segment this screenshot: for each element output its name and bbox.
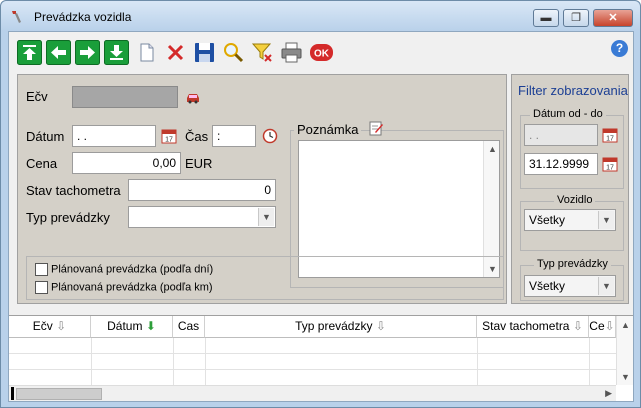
magnifier-icon [224,43,244,63]
ok-label: OK [314,49,330,60]
cena-field[interactable]: 0,00 [72,152,181,174]
help-icon[interactable]: ? [611,40,628,57]
arrow-left-icon [46,40,71,65]
print-button[interactable] [279,40,304,65]
cena-unit: EUR [185,156,213,171]
chevron-down-icon[interactable]: ▼ [598,211,614,229]
ecv-label: Ečv [26,89,48,104]
filter-title: Filter zobrazovania [518,83,628,98]
previous-record-button[interactable] [46,40,71,65]
first-record-button[interactable] [17,40,42,65]
column-header-ecv[interactable]: Ečv ⇩ [9,316,91,338]
plan-dni-label: Plánovaná prevádzka (podľa dní) [51,263,214,276]
table-row[interactable] [9,354,616,370]
detail-panel: Ečv Dátum . . 17 Čas : Cena 0,00 EUR Sta… [17,74,507,304]
clear-filter-button[interactable] [250,40,275,65]
ok-icon: OK [310,44,333,61]
column-header-cena[interactable]: Ce⇩ [589,316,616,338]
date-from-field[interactable]: . . [524,124,598,146]
typ-prevadzky-label: Typ prevádzky [26,210,110,225]
grid-vertical-scrollbar[interactable]: ▲ ▼ [616,316,633,385]
application-window: Prevádzka vozidla ▬ ❐ ✕ OK ? Ečv Dátum .… [0,0,641,408]
arrow-right-icon [75,40,100,65]
clock-icon[interactable] [262,128,278,144]
calendar-from-icon[interactable]: 17 [602,127,618,143]
vozidlo-value: Všetky [529,213,566,227]
svg-text:17: 17 [606,165,614,172]
datum-filter-label: Dátum od - do [530,108,606,120]
typ-filter-value: Všetky [529,279,566,293]
datum-field[interactable]: . . [72,125,156,147]
car-icon[interactable] [185,89,201,105]
app-wrench-icon [12,11,21,23]
column-header-typ[interactable]: Typ prevádzky ⇩ [205,316,477,338]
ecv-field[interactable] [72,86,178,108]
filter-panel: Filter zobrazovania Dátum od - do . . 17… [511,74,629,304]
table-row[interactable] [9,338,616,354]
scroll-right-icon[interactable]: ▶ [605,388,612,399]
delete-x-icon [167,44,184,61]
cas-field[interactable]: : [212,125,256,147]
records-grid: Ečv ⇩ Dátum ⬇ Cas Typ prevádzky ⇩ Stav t… [9,315,633,401]
scroll-thumb[interactable] [16,388,102,400]
sort-arrow-icon: ⇩ [375,319,386,333]
edit-note-icon[interactable] [368,120,384,136]
minimize-button[interactable]: ▬ [533,9,559,27]
title-bar[interactable]: Prevádzka vozidla ▬ ❐ ✕ [1,1,640,31]
column-header-datum[interactable]: Dátum ⬇ [91,316,173,338]
calendar-to-icon[interactable]: 17 [602,156,618,172]
date-to-field[interactable]: 31.12.9999 [524,153,598,175]
scroll-down-icon[interactable]: ▼ [621,372,630,382]
typ-filter-select[interactable]: Všetky ▼ [524,275,616,297]
new-document-icon [140,43,154,62]
next-record-button[interactable] [75,40,100,65]
arrow-up-to-top-icon [17,40,42,65]
typ-prevadzky-select[interactable]: ▼ [128,206,276,228]
svg-text:17: 17 [165,137,173,144]
datum-label: Dátum [26,129,65,144]
floppy-disk-icon [195,43,214,62]
maximize-button[interactable]: ❐ [563,9,589,27]
plan-dni-checkbox[interactable] [35,263,48,276]
vozidlo-filter-label: Vozidlo [554,194,596,206]
last-record-button[interactable] [104,40,129,65]
cena-label: Cena [26,156,58,171]
chevron-down-icon[interactable]: ▼ [258,208,274,226]
close-button[interactable]: ✕ [593,9,633,27]
client-area: OK ? Ečv Dátum . . 17 Čas : Cena 0,00 EU… [8,31,634,402]
search-button[interactable] [221,40,246,65]
window-title: Prevádzka vozidla [34,10,132,24]
calendar-icon[interactable]: 17 [161,128,177,144]
stav-tachometra-field[interactable]: 0 [128,179,276,201]
grid-horizontal-scrollbar[interactable]: ▶ [9,385,616,401]
cas-label: Čas [185,129,209,144]
poznamka-label: Poznámka [294,122,362,137]
scroll-left-marker [11,387,14,400]
check-row-km[interactable]: Plánovaná prevádzka (podľa km) [35,281,213,294]
ok-button[interactable]: OK [309,40,334,65]
typ-filter-label: Typ prevádzky [534,258,611,270]
sort-arrow-icon: ⇩ [604,319,615,333]
new-record-button[interactable] [134,40,159,65]
stav-tachometra-label: Stav tachometra [26,183,121,198]
plan-km-label: Plánovaná prevádzka (podľa km) [51,281,213,294]
arrow-down-to-bottom-icon [104,40,129,65]
svg-text:17: 17 [606,136,614,143]
chevron-down-icon[interactable]: ▼ [598,277,614,295]
column-header-stav[interactable]: Stav tachometra ⇩ [477,316,589,338]
sort-arrow-icon: ⇩ [572,319,583,333]
column-header-cas[interactable]: Cas [173,316,205,338]
delete-record-button[interactable] [163,40,188,65]
save-button[interactable] [192,40,217,65]
table-row[interactable] [9,370,616,386]
scroll-up-icon[interactable]: ▲ [621,320,630,330]
plan-km-checkbox[interactable] [35,281,48,294]
filter-clear-icon [251,43,272,62]
check-row-dni[interactable]: Plánovaná prevádzka (podľa dní) [35,263,213,276]
printer-icon [281,42,302,63]
sort-arrow-icon: ⇩ [56,319,67,333]
vozidlo-select[interactable]: Všetky ▼ [524,209,616,231]
sort-arrow-icon: ⬇ [145,319,156,333]
scroll-up-icon[interactable]: ▲ [488,144,497,154]
